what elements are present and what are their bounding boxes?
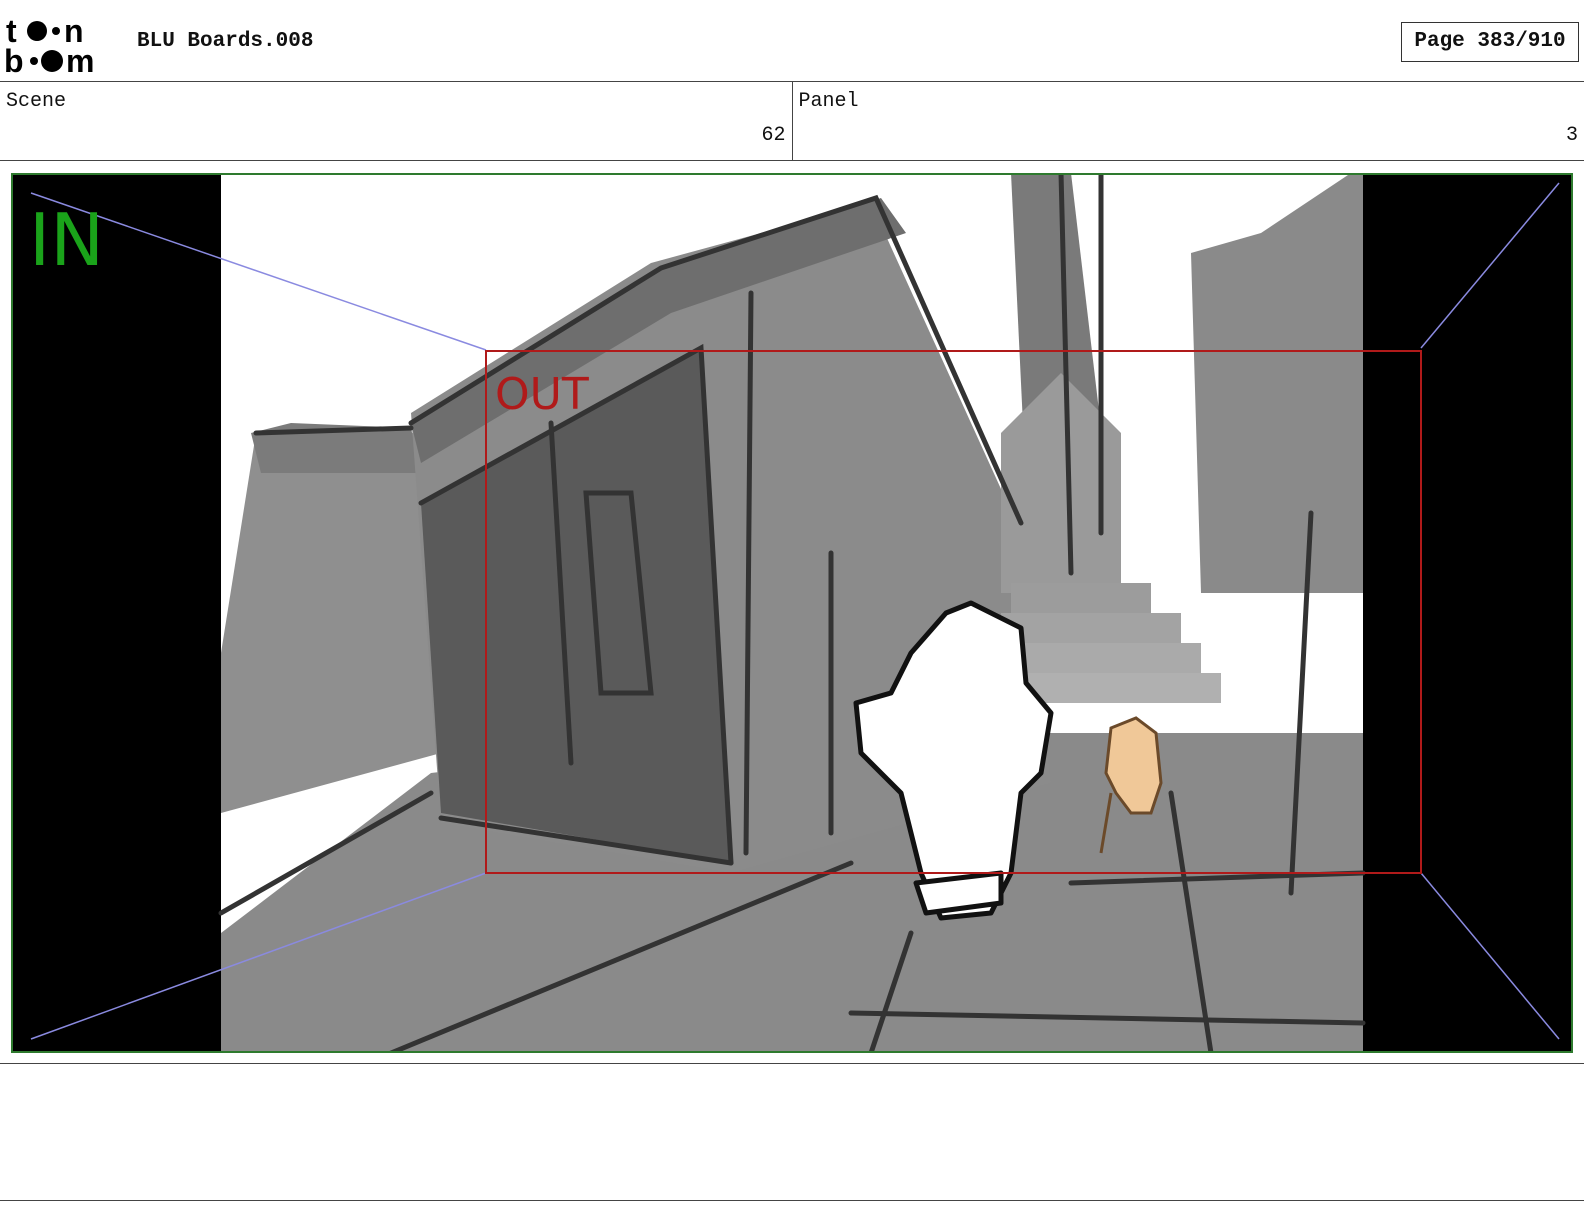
storyboard-frame: IN OUT [11, 173, 1573, 1053]
project-title: BLU Boards.008 [137, 30, 314, 53]
in-label: IN [29, 198, 104, 282]
page-indicator: Page 383/910 [1401, 22, 1579, 62]
toon-boom-logo: t n b m [4, 14, 94, 76]
scene-panel-row: Scene 62 Panel 3 [0, 81, 1584, 161]
scene-drawing [218, 173, 1366, 1053]
scene-cell: Scene 62 [0, 82, 792, 160]
panel-cell: Panel 3 [791, 82, 1584, 160]
left-letterbox [11, 173, 221, 1053]
right-letterbox [1363, 173, 1573, 1053]
notes-area [0, 1063, 1584, 1201]
svg-text:m: m [66, 43, 94, 76]
out-label: OUT [495, 369, 589, 420]
svg-text:b: b [4, 43, 24, 76]
scene-label: Scene [6, 90, 67, 113]
panel-label: Panel [798, 90, 859, 113]
scene-number: 62 [761, 124, 786, 147]
panel-number: 3 [1565, 124, 1578, 147]
